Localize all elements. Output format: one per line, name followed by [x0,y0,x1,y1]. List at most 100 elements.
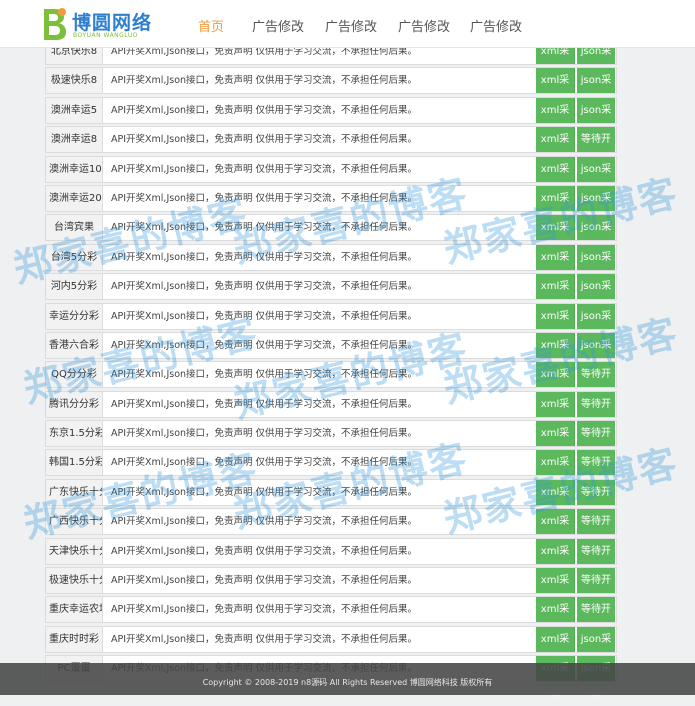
api-row-description: API开奖Xml,Json接口，免责声明 仅供用于学习交流，不承担任何后果。 [111,369,418,381]
api-row-name: 重庆时时彩 [46,626,103,652]
api-row-name: 天津快乐十分 [46,538,103,564]
api-row: 台湾5分彩 API开奖Xml,Json接口，免责声明 仅供用于学习交流，不承担任何… [45,243,617,288]
xml-collect-button[interactable]: xml采集 [536,391,575,435]
api-row: 天津快乐十分 API开奖Xml,Json接口，免责声明 仅供用于学习交流，不承担任… [45,537,617,582]
xml-collect-button[interactable]: xml采集 [536,479,575,523]
json-collect-button[interactable]: 等待开发 [577,538,615,582]
api-row-name: 澳洲幸运20 [46,185,103,211]
xml-collect-button[interactable]: xml采集 [536,626,575,670]
json-collect-button[interactable]: json采集 [577,244,615,288]
xml-collect-button[interactable]: xml采集 [536,332,575,376]
xml-collect-button[interactable]: xml采集 [536,127,575,170]
api-row-name: 澳洲幸运8 [46,127,103,153]
xml-collect-button[interactable]: xml采集 [536,362,575,405]
site-footer: Copyright © 2008-2019 n8源码 All Rights Re… [0,663,695,695]
api-list: 北京快乐8 API开奖Xml,Json接口，免责声明 仅供用于学习交流，不承担任何… [45,38,617,699]
api-row: 广东快乐十分 API开奖Xml,Json接口，免责声明 仅供用于学习交流，不承担任… [45,478,617,523]
nav-item-ad-edit-1[interactable]: 广告修改 [252,16,304,35]
xml-collect-button[interactable]: xml采集 [536,450,575,493]
api-row: 重庆幸运农场 API开奖Xml,Json接口，免责声明 仅供用于学习交流，不承担任… [45,596,617,640]
json-collect-button[interactable]: json采集 [577,68,615,111]
nav-item-ad-edit-2[interactable]: 广告修改 [325,16,377,35]
api-row-description: API开奖Xml,Json接口，免责声明 仅供用于学习交流，不承担任何后果。 [111,575,418,587]
api-row-name: 极速快乐8 [46,68,103,94]
json-collect-button[interactable]: json采集 [577,626,615,670]
json-collect-button[interactable]: 等待开发 [577,421,615,464]
xml-collect-button[interactable]: xml采集 [536,509,575,552]
footer-copyright: Copyright © 2008-2019 n8源码 All Rights Re… [202,678,493,687]
api-row: 腾讯分分彩 API开奖Xml,Json接口，免责声明 仅供用于学习交流，不承担任何… [45,390,617,435]
api-row-description: API开奖Xml,Json接口，免责声明 仅供用于学习交流，不承担任何后果。 [111,222,418,234]
xml-collect-button[interactable]: xml采集 [536,215,575,258]
json-collect-button[interactable]: json采集 [577,332,615,376]
api-row-name: 东京1.5分彩 [46,421,103,447]
api-row-name: 重庆幸运农场 [46,597,103,623]
xml-collect-button[interactable]: xml采集 [536,538,575,582]
api-row: 韩国1.5分彩 API开奖Xml,Json接口，免责声明 仅供用于学习交流，不承担… [45,449,617,493]
api-row: 澳洲幸运8 API开奖Xml,Json接口，免责声明 仅供用于学习交流，不承担任何… [45,126,617,170]
api-row-description: API开奖Xml,Json接口，免责声明 仅供用于学习交流，不承担任何后果。 [111,104,418,116]
api-row-description: API开奖Xml,Json接口，免责声明 仅供用于学习交流，不承担任何后果。 [111,75,418,87]
api-row: 澳洲幸运5 API开奖Xml,Json接口，免责声明 仅供用于学习交流，不承担任何… [45,96,617,141]
api-row-name: 河内5分彩 [46,274,103,300]
api-row: 东京1.5分彩 API开奖Xml,Json接口，免责声明 仅供用于学习交流，不承担… [45,420,617,464]
xml-collect-button[interactable]: xml采集 [536,421,575,464]
api-row-description: API开奖Xml,Json接口，免责声明 仅供用于学习交流，不承担任何后果。 [111,633,418,645]
api-row-name: QQ分分彩 [46,362,103,388]
xml-collect-button[interactable]: xml采集 [536,274,575,317]
json-collect-button[interactable]: 等待开发 [577,391,615,435]
api-row-description: API开奖Xml,Json接口，免责声明 仅供用于学习交流，不承担任何后果。 [111,545,418,557]
json-collect-button[interactable]: 等待开发 [577,450,615,493]
json-collect-button[interactable]: 等待开发 [577,509,615,552]
xml-collect-button[interactable]: xml采集 [536,185,575,229]
xml-collect-button[interactable]: xml采集 [536,568,575,611]
api-row-name: 腾讯分分彩 [46,391,103,417]
json-collect-button[interactable]: 等待开发 [577,362,615,405]
json-collect-button[interactable]: json采集 [577,156,615,200]
api-row-description: API开奖Xml,Json接口，免责声明 仅供用于学习交流，不承担任何后果。 [111,516,418,528]
api-row-description: API开奖Xml,Json接口，免责声明 仅供用于学习交流，不承担任何后果。 [111,251,418,263]
api-row-description: API开奖Xml,Json接口，免责声明 仅供用于学习交流，不承担任何后果。 [111,398,418,410]
api-row-name: 韩国1.5分彩 [46,450,103,476]
api-row-description: API开奖Xml,Json接口，免责声明 仅供用于学习交流，不承担任何后果。 [111,310,418,322]
xml-collect-button[interactable]: xml采集 [536,68,575,111]
api-row-description: API开奖Xml,Json接口，免责声明 仅供用于学习交流，不承担任何后果。 [111,486,418,498]
json-collect-button[interactable]: json采集 [577,185,615,229]
xml-collect-button[interactable]: xml采集 [536,303,575,347]
api-row: 幸运分分彩 API开奖Xml,Json接口，免责声明 仅供用于学习交流，不承担任何… [45,302,617,347]
json-collect-button[interactable]: 等待开发 [577,568,615,611]
nav-item-ad-edit-4[interactable]: 广告修改 [470,16,522,35]
json-collect-button[interactable]: json采集 [577,303,615,347]
xml-collect-button[interactable]: xml采集 [536,597,575,640]
api-row: 河内5分彩 API开奖Xml,Json接口，免责声明 仅供用于学习交流，不承担任何… [45,273,617,317]
api-row: 重庆时时彩 API开奖Xml,Json接口，免责声明 仅供用于学习交流，不承担任何… [45,625,617,670]
json-collect-button[interactable]: json采集 [577,274,615,317]
site-header: 博圆网络 BOYUAN WANGLUO 首页 广告修改 广告修改 广告修改 广告… [0,0,695,48]
nav-item-ad-edit-3[interactable]: 广告修改 [398,16,450,35]
api-row: 澳洲幸运20 API开奖Xml,Json接口，免责声明 仅供用于学习交流，不承担任… [45,184,617,229]
api-row: 广西快乐十分 API开奖Xml,Json接口，免责声明 仅供用于学习交流，不承担任… [45,508,617,552]
xml-collect-button[interactable]: xml采集 [536,156,575,200]
json-collect-button[interactable]: 等待开发 [577,127,615,170]
json-collect-button[interactable]: 等待开发 [577,479,615,523]
api-row-name: 广西快乐十分 [46,509,103,535]
api-row-name: 广东快乐十分 [46,479,103,505]
api-row-name: 台湾宾果 [46,215,103,241]
json-collect-button[interactable]: 等待开发 [577,597,615,640]
json-collect-button[interactable]: json采集 [577,97,615,141]
api-row-description: API开奖Xml,Json接口，免责声明 仅供用于学习交流，不承担任何后果。 [111,163,418,175]
api-row-name: 香港六合彩 [46,332,103,358]
xml-collect-button[interactable]: xml采集 [536,97,575,141]
api-row-description: API开奖Xml,Json接口，免责声明 仅供用于学习交流，不承担任何后果。 [111,457,418,469]
api-row: 极速快乐8 API开奖Xml,Json接口，免责声明 仅供用于学习交流，不承担任何… [45,67,617,111]
api-row-description: API开奖Xml,Json接口，免责声明 仅供用于学习交流，不承担任何后果。 [111,604,418,616]
api-row-name: 台湾5分彩 [46,244,103,270]
json-collect-button[interactable]: json采集 [577,215,615,258]
nav-item-home[interactable]: 首页 [198,16,224,35]
api-row-description: API开奖Xml,Json接口，免责声明 仅供用于学习交流，不承担任何后果。 [111,339,418,351]
api-row: QQ分分彩 API开奖Xml,Json接口，免责声明 仅供用于学习交流，不承担任何… [45,361,617,405]
main-nav: 首页 广告修改 广告修改 广告修改 广告修改 [0,16,695,36]
api-row: 台湾宾果 API开奖Xml,Json接口，免责声明 仅供用于学习交流，不承担任何后… [45,214,617,258]
xml-collect-button[interactable]: xml采集 [536,244,575,288]
api-row-description: API开奖Xml,Json接口，免责声明 仅供用于学习交流，不承担任何后果。 [111,192,418,204]
